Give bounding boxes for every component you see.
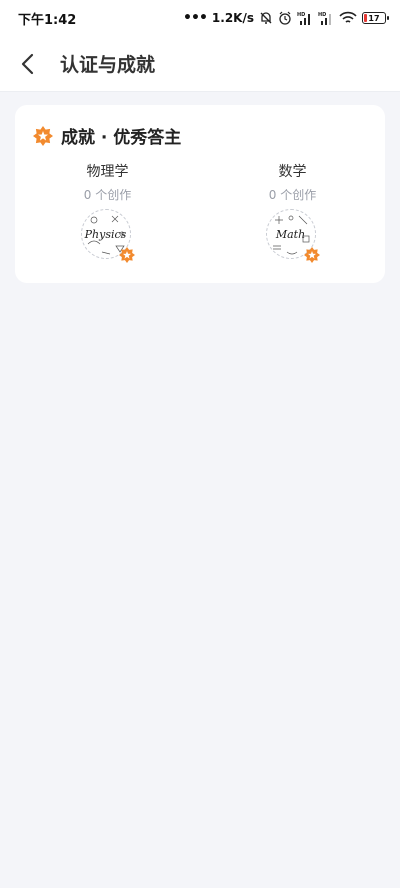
star-badge-icon [303, 247, 320, 263]
svg-text:HD: HD [318, 12, 326, 18]
math-badge-icon: Math [265, 209, 320, 263]
status-icons: ••• 1.2K/s HD HD 17 [183, 10, 389, 26]
svg-text:HD: HD [297, 12, 305, 18]
app-header: 认证与成就 [0, 36, 400, 92]
subject-item-physics[interactable]: 物理学 0 个创作 Physics [15, 161, 200, 263]
subject-name: 数学 [278, 164, 307, 180]
network-speed: 1.2K/s [211, 11, 254, 25]
alarm-icon [278, 11, 292, 25]
subject-name: 物理学 [86, 164, 129, 180]
subject-count: 0 个创作 [268, 188, 317, 202]
signal-icon: HD [297, 11, 313, 25]
achievement-card: 成就 · 优秀答主 物理学 0 个创作 Physics 数学 0 个创作 Mat… [15, 105, 385, 283]
star-badge-icon [118, 247, 135, 263]
status-time: 下午1:42 [18, 12, 77, 28]
achievement-title: 成就 · 优秀答主 [61, 128, 182, 148]
page-title: 认证与成就 [60, 54, 156, 76]
orange-star-badge-icon [33, 125, 53, 146]
subject-list: 物理学 0 个创作 Physics 数学 0 个创作 Math [15, 161, 385, 263]
physics-badge-icon: Physics [80, 209, 135, 263]
mute-bell-icon [259, 11, 273, 25]
subject-item-math[interactable]: 数学 0 个创作 Math [200, 161, 385, 263]
status-bar: 下午1:42 ••• 1.2K/s HD HD 17 [0, 0, 400, 36]
math-badge-word: Math [275, 228, 306, 241]
wifi-icon [339, 11, 357, 25]
battery-level: 17 [368, 13, 380, 23]
chevron-left-icon [21, 53, 34, 74]
more-dots-icon: ••• [183, 10, 208, 26]
signal-icon: HD [318, 11, 334, 25]
subject-count: 0 个创作 [83, 188, 132, 202]
achievement-card-header: 成就 · 优秀答主 [33, 123, 181, 148]
physics-badge-word: Physics [84, 228, 127, 241]
battery-icon: 17 [362, 12, 389, 24]
back-button[interactable] [0, 36, 56, 92]
